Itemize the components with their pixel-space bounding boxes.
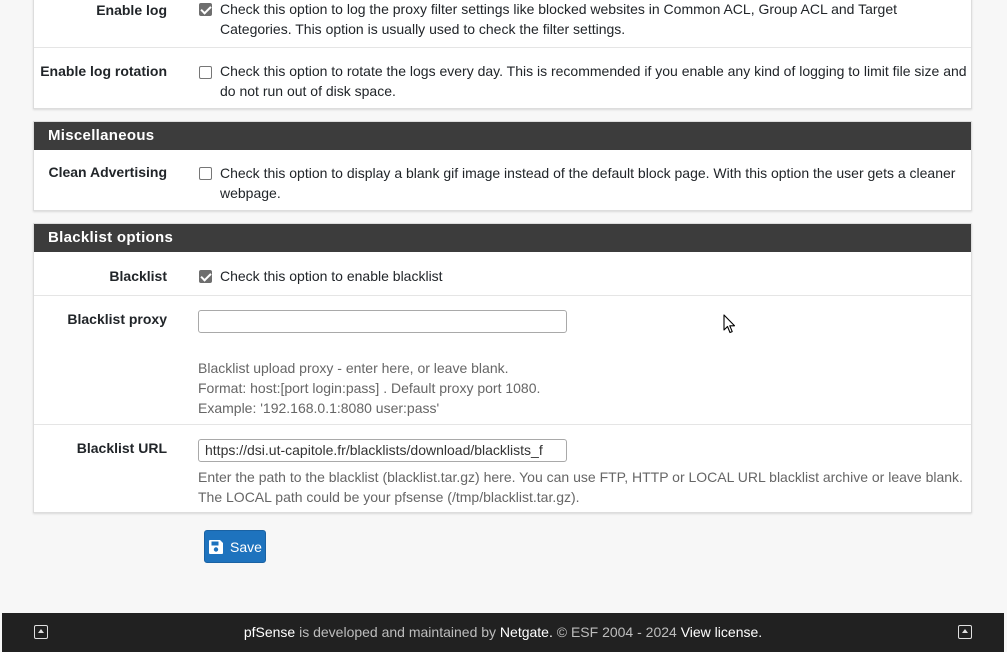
blacklist-url-row: Blacklist URL https://dsi.ut-capitole.fr… bbox=[34, 424, 971, 513]
enable-log-checkbox[interactable] bbox=[199, 3, 212, 16]
mouse-cursor-icon bbox=[723, 314, 736, 334]
enable-log-rotation-label: Enable log rotation bbox=[40, 63, 167, 79]
save-icon bbox=[209, 539, 224, 554]
blacklist-checkbox[interactable] bbox=[199, 270, 212, 283]
footer: pfSense is developed and maintained by N… bbox=[2, 613, 1004, 652]
enable-log-row: Enable log Check this option to log the … bbox=[34, 0, 971, 47]
blacklist-url-help-2: The LOCAL path could be your pfsense (/t… bbox=[198, 489, 580, 505]
footer-developed-text: is developed and maintained by bbox=[295, 624, 500, 640]
blacklist-options-panel: Blacklist options Blacklist Check this o… bbox=[33, 223, 972, 513]
footer-license-link[interactable]: View license. bbox=[681, 624, 762, 640]
scroll-top-left-icon[interactable] bbox=[34, 625, 48, 639]
blacklist-url-input[interactable]: https://dsi.ut-capitole.fr/blacklists/do… bbox=[198, 439, 567, 462]
enable-log-rotation-row: Enable log rotation Check this option to… bbox=[34, 47, 971, 110]
save-button-label: Save bbox=[230, 538, 262, 555]
logging-panel: Enable log Check this option to log the … bbox=[33, 0, 972, 109]
clean-advertising-checkbox[interactable] bbox=[199, 167, 212, 180]
enable-log-rotation-description: Check this option to rotate the logs eve… bbox=[220, 63, 967, 99]
blacklist-options-heading: Blacklist options bbox=[34, 224, 971, 252]
miscellaneous-panel: Miscellaneous Clean Advertising Check th… bbox=[33, 121, 972, 211]
footer-brand[interactable]: pfSense bbox=[244, 624, 295, 640]
blacklist-url-help-1: Enter the path to the blacklist (blackli… bbox=[198, 469, 963, 485]
blacklist-proxy-input[interactable] bbox=[198, 310, 567, 333]
blacklist-row: Blacklist Check this option to enable bl… bbox=[34, 252, 971, 295]
clean-advertising-row: Clean Advertising Check this option to d… bbox=[34, 150, 971, 210]
blacklist-description: Check this option to enable blacklist bbox=[220, 268, 443, 284]
blacklist-proxy-help-2: Format: host:[port login:pass] . Default… bbox=[198, 380, 541, 396]
footer-company-link[interactable]: Netgate. bbox=[500, 624, 553, 640]
blacklist-url-label: Blacklist URL bbox=[76, 440, 167, 456]
enable-log-label: Enable log bbox=[96, 2, 167, 18]
clean-advertising-description: Check this option to display a blank gif… bbox=[220, 165, 956, 201]
blacklist-proxy-help-1: Blacklist upload proxy - enter here, or … bbox=[198, 360, 509, 376]
enable-log-description: Check this option to log the proxy filte… bbox=[220, 1, 898, 37]
enable-log-rotation-checkbox[interactable] bbox=[199, 66, 212, 79]
scroll-top-right-icon[interactable] bbox=[958, 625, 972, 639]
miscellaneous-heading: Miscellaneous bbox=[34, 122, 971, 150]
blacklist-proxy-row: Blacklist proxy Blacklist upload proxy -… bbox=[34, 295, 971, 424]
blacklist-label: Blacklist bbox=[109, 268, 167, 284]
blacklist-proxy-help-3: Example: '192.168.0.1:8080 user:pass' bbox=[198, 400, 440, 416]
clean-advertising-label: Clean Advertising bbox=[48, 164, 167, 180]
footer-copyright: © ESF 2004 - 2024 bbox=[552, 624, 681, 640]
save-button[interactable]: Save bbox=[204, 530, 266, 563]
blacklist-proxy-label: Blacklist proxy bbox=[67, 311, 167, 327]
